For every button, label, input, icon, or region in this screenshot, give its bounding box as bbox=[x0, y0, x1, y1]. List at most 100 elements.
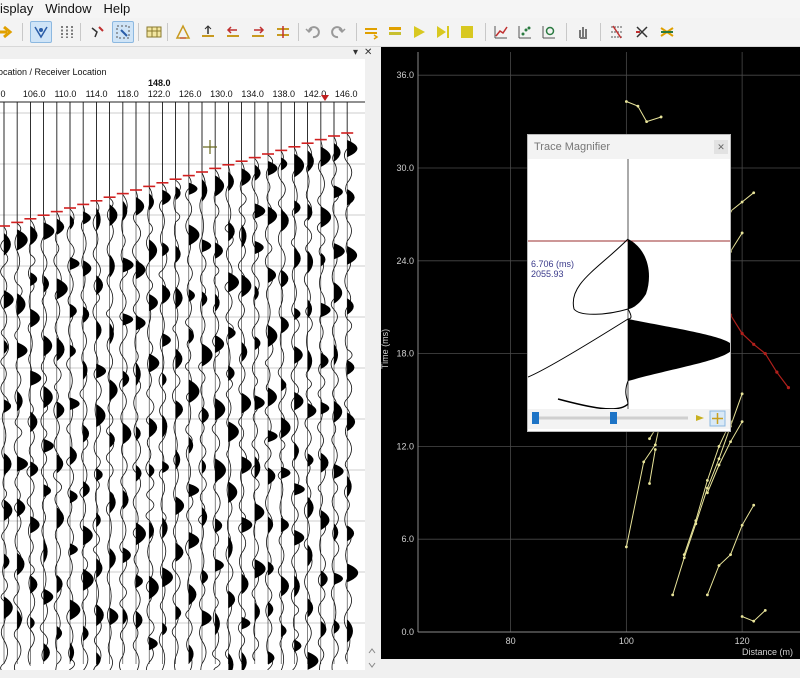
selected-point bbox=[740, 331, 744, 336]
trace-fill bbox=[347, 475, 352, 498]
arrow-right-icon[interactable] bbox=[0, 21, 16, 43]
menu-window[interactable]: Window bbox=[39, 0, 97, 18]
trace-magnifier-window[interactable]: Trace Magnifier ✕ 6.706 (ms) 2055.93 bbox=[527, 134, 733, 432]
select-icon[interactable] bbox=[112, 21, 134, 43]
shuffle-icon[interactable] bbox=[656, 21, 678, 43]
seismic-trace bbox=[39, 102, 49, 662]
magnifier-title: Trace Magnifier bbox=[534, 141, 611, 153]
stack-icon[interactable] bbox=[384, 21, 406, 43]
trace-fill bbox=[30, 461, 39, 478]
trace-fill bbox=[175, 542, 184, 562]
undo-pick-icon[interactable] bbox=[86, 21, 108, 43]
trace-fill bbox=[307, 203, 313, 222]
trace-fill bbox=[83, 424, 90, 443]
menu-display[interactable]: isplay bbox=[0, 0, 39, 18]
trace-fill bbox=[122, 547, 131, 564]
trace-fill bbox=[281, 378, 287, 392]
range-end-handle[interactable] bbox=[610, 412, 617, 424]
trace-fill bbox=[149, 575, 159, 600]
undo-icon[interactable] bbox=[302, 21, 324, 43]
trace-fill bbox=[241, 224, 247, 249]
trace-fill bbox=[241, 456, 252, 475]
menu-bar: isplay Window Help bbox=[0, 0, 800, 18]
trace-fill bbox=[281, 209, 289, 232]
trace-fill bbox=[188, 328, 194, 344]
trace-fill bbox=[228, 536, 233, 560]
layers-icon[interactable] bbox=[360, 21, 382, 43]
trace-fill bbox=[175, 245, 181, 263]
crosshair-tool-icon[interactable] bbox=[631, 21, 653, 43]
trace-fill bbox=[83, 525, 93, 546]
trace-fill bbox=[109, 254, 115, 278]
hand-icon[interactable] bbox=[572, 21, 594, 43]
magnifier-trace-plot[interactable]: 6.706 (ms) 2055.93 bbox=[527, 159, 733, 411]
menu-help[interactable]: Help bbox=[98, 0, 137, 18]
traveltime-point bbox=[705, 479, 709, 482]
trace-fill bbox=[4, 233, 11, 256]
range-start-handle[interactable] bbox=[532, 412, 539, 424]
trace-fill bbox=[43, 539, 48, 564]
chart-status-strip bbox=[381, 659, 800, 670]
trace-fill bbox=[56, 218, 65, 235]
selected-point bbox=[786, 386, 791, 390]
grid-select-icon[interactable] bbox=[606, 21, 628, 43]
trace-fill bbox=[136, 260, 146, 280]
trace-fill bbox=[162, 189, 171, 206]
shift-right-icon[interactable] bbox=[247, 21, 269, 43]
play-icon[interactable] bbox=[408, 21, 430, 43]
play-end-icon[interactable] bbox=[432, 21, 454, 43]
trace-fill bbox=[17, 456, 28, 472]
gather-tick-label: 146.0 bbox=[335, 89, 358, 99]
multi-pick-icon[interactable] bbox=[56, 21, 78, 43]
close-icon[interactable]: ✕ bbox=[714, 140, 728, 154]
vertical-scrollbar[interactable] bbox=[366, 595, 378, 675]
trace-fill bbox=[56, 337, 65, 362]
first-break-icon[interactable] bbox=[197, 21, 219, 43]
trace-fill bbox=[202, 506, 208, 528]
zoom-chart-icon[interactable] bbox=[538, 21, 560, 43]
trace-fill bbox=[109, 431, 115, 448]
scatter-chart-icon[interactable] bbox=[514, 21, 536, 43]
pick-icon[interactable] bbox=[30, 21, 52, 43]
trace-fill bbox=[188, 644, 194, 664]
trace-fill bbox=[109, 490, 116, 514]
trace-fill bbox=[294, 392, 304, 411]
gather-axis-label: ocation / Receiver Location bbox=[0, 67, 107, 77]
trace-fill bbox=[162, 517, 168, 539]
trace-fill bbox=[56, 454, 64, 474]
traveltime-point bbox=[705, 491, 709, 495]
trace-fill bbox=[294, 307, 301, 321]
trace-fill bbox=[254, 502, 265, 522]
arrow-step-icon[interactable] bbox=[696, 415, 704, 421]
trace-fill bbox=[241, 341, 248, 363]
trace-fill bbox=[30, 575, 38, 594]
pin-icon[interactable]: ▾ bbox=[353, 47, 358, 59]
trace-fill bbox=[17, 229, 28, 251]
trace-fill bbox=[70, 257, 80, 270]
trace-fill bbox=[268, 324, 278, 348]
trace-fill bbox=[96, 558, 103, 579]
trace-fill bbox=[122, 370, 130, 388]
trace-fill bbox=[43, 222, 55, 241]
line-chart-icon[interactable] bbox=[490, 21, 512, 43]
trace-fill bbox=[122, 422, 132, 445]
trace-fill bbox=[347, 525, 355, 542]
close-panel-icon[interactable]: ✕ bbox=[364, 47, 372, 59]
trace-fill bbox=[241, 516, 253, 533]
table-icon[interactable] bbox=[143, 21, 165, 43]
crosshair-icon[interactable] bbox=[709, 410, 726, 427]
magnifier-titlebar[interactable]: Trace Magnifier ✕ bbox=[528, 135, 730, 159]
selected-point bbox=[763, 352, 767, 356]
shift-up-down-icon[interactable] bbox=[272, 21, 294, 43]
trace-fill bbox=[320, 509, 330, 531]
trace-fill bbox=[122, 200, 128, 221]
gather-plot[interactable]: ocation / Receiver Location 148.0 0 106.0 11… bbox=[0, 59, 365, 678]
stop-icon[interactable] bbox=[456, 21, 478, 43]
trace-fill bbox=[162, 372, 167, 387]
triangle-icon[interactable] bbox=[172, 21, 194, 43]
trace-fill bbox=[43, 385, 53, 409]
shift-left-icon[interactable] bbox=[222, 21, 244, 43]
trace-fill bbox=[43, 588, 54, 605]
x-tick-label: 80 bbox=[506, 636, 516, 646]
redo-icon[interactable] bbox=[327, 21, 349, 43]
